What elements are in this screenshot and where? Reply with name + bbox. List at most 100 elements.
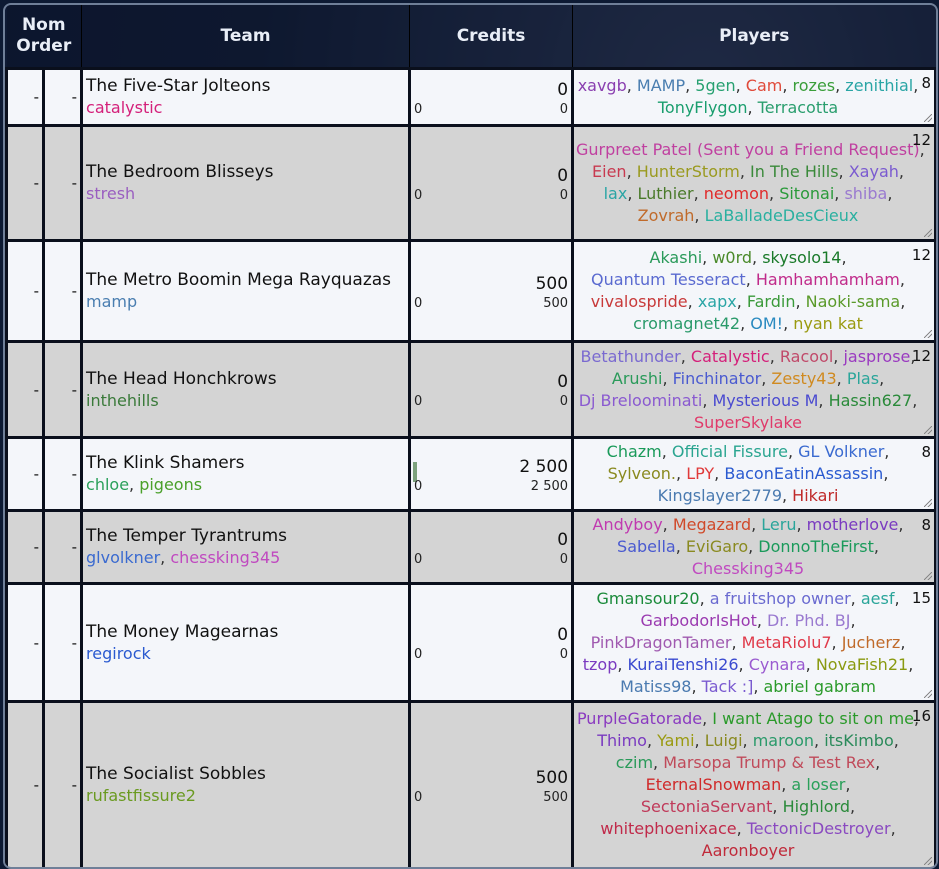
player-name[interactable]: skysolo14 bbox=[762, 248, 841, 267]
player-name[interactable]: w0rd bbox=[712, 248, 752, 267]
player-name[interactable]: Betathunder bbox=[581, 347, 681, 366]
team-name[interactable]: The Five-Star Jolteons bbox=[86, 75, 407, 97]
player-name[interactable]: Xayah bbox=[849, 162, 899, 181]
resize-grip-icon[interactable] bbox=[924, 690, 933, 698]
player-name[interactable]: Racool bbox=[780, 347, 833, 366]
player-name[interactable]: BaconEatinAssassin bbox=[724, 464, 883, 483]
player-name[interactable]: Hikari bbox=[792, 486, 838, 505]
player-name[interactable]: a fruitshop owner bbox=[710, 589, 851, 608]
player-name[interactable]: Yami bbox=[657, 731, 694, 750]
team-name[interactable]: The Bedroom Blisseys bbox=[86, 161, 407, 183]
player-name[interactable]: Fardin bbox=[747, 292, 796, 311]
player-name[interactable]: Zovrah bbox=[638, 206, 695, 225]
manager-name[interactable]: pigeons bbox=[139, 475, 202, 494]
team-name[interactable]: The Temper Tyrantrums bbox=[86, 525, 407, 547]
player-name[interactable]: jasprose bbox=[843, 347, 910, 366]
player-name[interactable]: Gmansour20 bbox=[596, 589, 699, 608]
player-name[interactable]: Aaronboyer bbox=[702, 841, 795, 860]
player-name[interactable]: motherlove bbox=[807, 515, 899, 534]
player-name[interactable]: Chazm bbox=[607, 442, 662, 461]
player-name[interactable]: zenithial bbox=[845, 76, 913, 95]
header-players[interactable]: Players bbox=[572, 5, 936, 69]
player-name[interactable]: Sylveon. bbox=[608, 464, 676, 483]
player-name[interactable]: GL Volkner bbox=[798, 442, 884, 461]
manager-name[interactable]: chessking345 bbox=[170, 548, 280, 567]
player-name[interactable]: Megazard bbox=[673, 515, 751, 534]
player-name[interactable]: Marsopa Trump & Test Rex bbox=[663, 753, 875, 772]
player-name[interactable]: EternalSnowman bbox=[646, 775, 782, 794]
team-name[interactable]: The Klink Shamers bbox=[86, 452, 407, 474]
player-name[interactable]: OM! bbox=[750, 314, 783, 333]
player-name[interactable]: Hassin627 bbox=[829, 391, 913, 410]
player-name[interactable]: cromagnet42 bbox=[633, 314, 740, 333]
player-name[interactable]: xapx bbox=[698, 292, 737, 311]
player-name[interactable]: itsKimbo bbox=[824, 731, 894, 750]
player-name[interactable]: In The Hills bbox=[750, 162, 839, 181]
player-name[interactable]: KuraiTenshi26 bbox=[628, 655, 739, 674]
team-name[interactable]: The Money Magearnas bbox=[86, 621, 407, 643]
player-name[interactable]: DonnoTheFirst bbox=[758, 537, 874, 556]
player-name[interactable]: PinkDragonTamer bbox=[591, 633, 732, 652]
player-name[interactable]: Dj Breloominati bbox=[579, 391, 703, 410]
player-name[interactable]: Jucherz bbox=[842, 633, 901, 652]
team-name[interactable]: The Head Honchkrows bbox=[86, 368, 407, 390]
player-name[interactable]: Arushi bbox=[612, 369, 663, 388]
resize-grip-icon[interactable] bbox=[924, 114, 933, 122]
manager-name[interactable]: catalystic bbox=[86, 98, 162, 117]
player-name[interactable]: a loser bbox=[791, 775, 845, 794]
player-name[interactable]: Hamhamhamham bbox=[756, 270, 900, 289]
player-name[interactable]: Tack :] bbox=[702, 677, 754, 696]
player-name[interactable]: NovaFish21 bbox=[816, 655, 908, 674]
player-name[interactable]: Matiss98 bbox=[620, 677, 691, 696]
resize-grip-icon[interactable] bbox=[924, 330, 933, 338]
player-name[interactable]: lax bbox=[604, 184, 628, 203]
manager-name[interactable]: inthehills bbox=[86, 391, 159, 410]
player-name[interactable]: SectoniaServant bbox=[641, 797, 773, 816]
resize-grip-icon[interactable] bbox=[924, 229, 933, 237]
player-name[interactable]: Leru bbox=[761, 515, 796, 534]
player-name[interactable]: 5gen bbox=[695, 76, 735, 95]
manager-name[interactable]: mamp bbox=[86, 292, 137, 311]
player-name[interactable]: aesf bbox=[861, 589, 895, 608]
header-team[interactable]: Team bbox=[81, 5, 411, 69]
player-name[interactable]: nyan kat bbox=[793, 314, 863, 333]
player-name[interactable]: xavgb bbox=[578, 76, 627, 95]
player-name[interactable]: MAMP bbox=[637, 76, 685, 95]
resize-grip-icon[interactable] bbox=[924, 857, 933, 865]
player-name[interactable]: Dr. Phd. BJ bbox=[767, 611, 850, 630]
player-name[interactable]: GarbodorIsHot bbox=[640, 611, 756, 630]
manager-name[interactable]: regirock bbox=[86, 644, 151, 663]
player-name[interactable]: Luthier bbox=[638, 184, 694, 203]
player-name[interactable]: Naoki-sama bbox=[806, 292, 901, 311]
player-name[interactable]: shiba bbox=[844, 184, 887, 203]
header-credits[interactable]: Credits bbox=[409, 5, 574, 69]
player-name[interactable]: LaBalladeDesCieux bbox=[705, 206, 859, 225]
player-name[interactable]: Andyboy bbox=[593, 515, 663, 534]
manager-name[interactable]: chloe bbox=[86, 475, 129, 494]
team-name[interactable]: The Metro Boomin Mega Rayquazas bbox=[86, 269, 407, 291]
player-name[interactable]: SuperSkylake bbox=[694, 413, 802, 432]
team-name[interactable]: The Socialist Sobbles bbox=[86, 763, 407, 785]
player-name[interactable]: Cam bbox=[746, 76, 783, 95]
manager-name[interactable]: stresh bbox=[86, 184, 135, 203]
player-name[interactable]: Finchinator bbox=[673, 369, 762, 388]
player-name[interactable]: tzop bbox=[583, 655, 618, 674]
player-name[interactable]: Catalystic bbox=[691, 347, 770, 366]
player-name[interactable]: Cynara bbox=[749, 655, 806, 674]
resize-grip-icon[interactable] bbox=[924, 499, 933, 507]
player-name[interactable]: EviGaro bbox=[686, 537, 748, 556]
player-name[interactable]: vivalospride bbox=[591, 292, 688, 311]
player-name[interactable]: LPY bbox=[686, 464, 714, 483]
header-nom-order[interactable]: Nom Order bbox=[6, 5, 83, 69]
manager-name[interactable]: rufastfissure2 bbox=[86, 786, 196, 805]
player-name[interactable]: HunterStorm bbox=[637, 162, 740, 181]
player-name[interactable]: Luigi bbox=[705, 731, 743, 750]
player-name[interactable]: Quantum Tesseract bbox=[591, 270, 746, 289]
player-name[interactable]: Plas bbox=[847, 369, 879, 388]
player-name[interactable]: neomon bbox=[704, 184, 769, 203]
player-name[interactable]: Kingslayer2779 bbox=[658, 486, 782, 505]
player-name[interactable]: Eien bbox=[592, 162, 627, 181]
resize-grip-icon[interactable] bbox=[924, 572, 933, 580]
player-name[interactable]: Thimo bbox=[597, 731, 647, 750]
player-name[interactable]: TonyFlygon bbox=[658, 98, 748, 117]
